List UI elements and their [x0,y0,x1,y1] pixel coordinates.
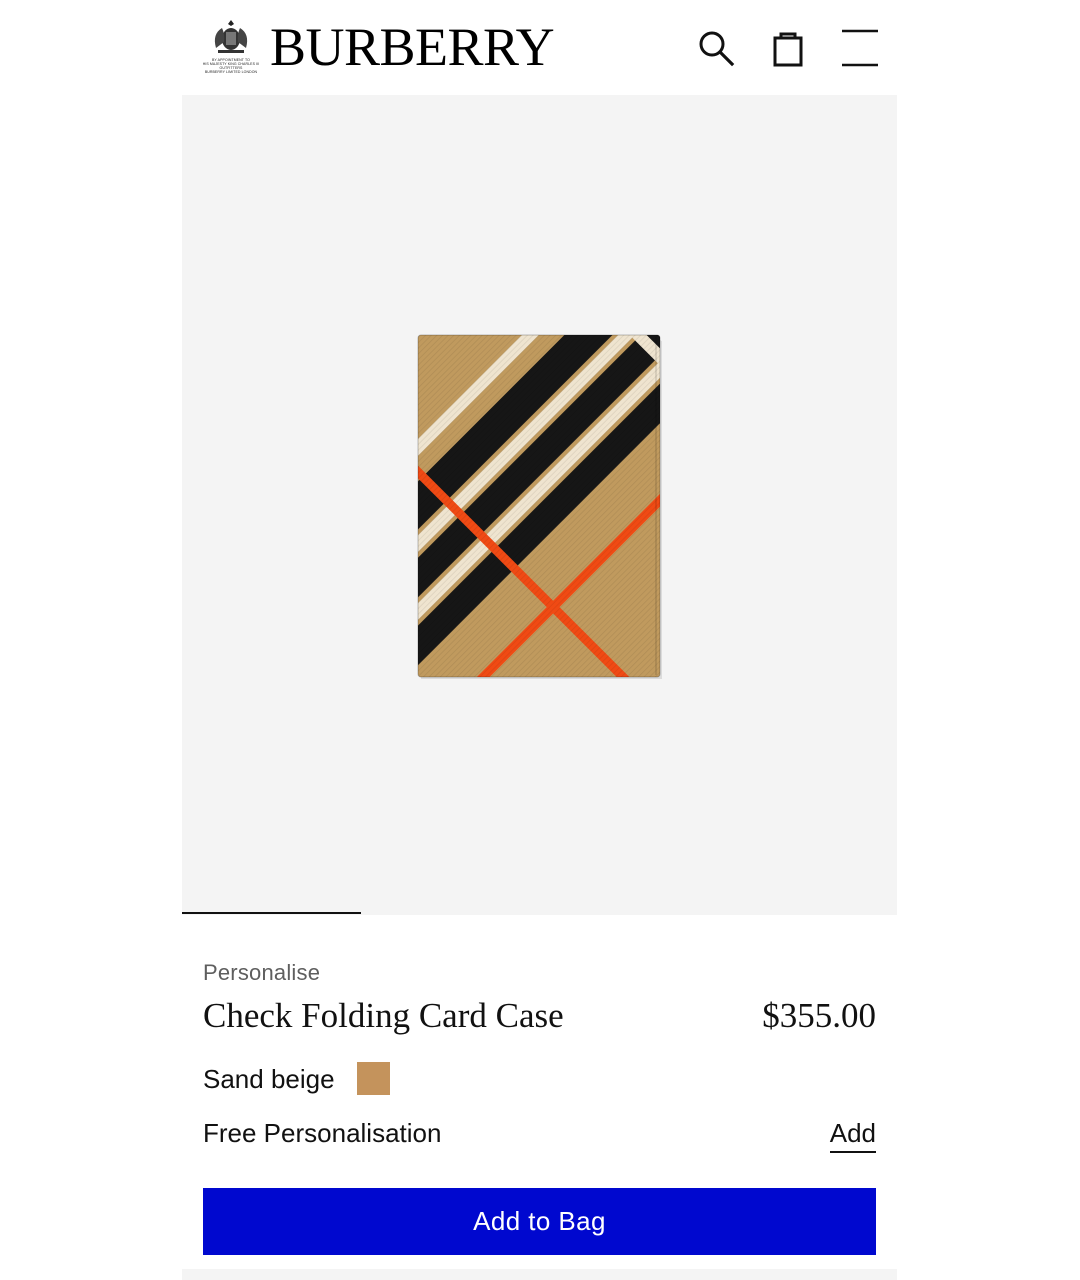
gallery-progress-bar [182,912,897,914]
crest-icon [214,20,248,53]
shopping-bag-icon [773,32,803,67]
product-image-gallery[interactable] [182,95,897,915]
add-personalisation-link[interactable]: Add [829,1116,876,1153]
brand-logo[interactable]: BURBERRY [270,18,555,76]
product-price: $355.00 [762,996,876,1035]
search-icon [699,31,735,67]
personalise-label: Personalise [203,960,321,985]
bag-button[interactable] [766,26,810,70]
search-button[interactable] [694,26,738,70]
product-title: Check Folding Card Case [203,996,564,1035]
color-name: Sand beige [203,1064,335,1094]
menu-icon [842,29,878,67]
royal-warrant-crest: BY APPOINTMENT TO HIS MAJESTY KING CHARL… [202,18,260,78]
crest-caption: BY APPOINTMENT TO HIS MAJESTY KING CHARL… [202,58,260,74]
menu-button[interactable] [838,26,882,70]
add-to-bag-button[interactable]: Add to Bag [203,1188,876,1255]
personalisation-text: Free Personalisation [203,1118,442,1148]
color-swatch[interactable] [357,1062,390,1095]
bottom-panel-edge [182,1269,897,1280]
product-page: BY APPOINTMENT TO HIS MAJESTY KING CHARL… [182,0,897,1280]
site-header: BY APPOINTMENT TO HIS MAJESTY KING CHARL… [182,0,897,95]
product-image [417,334,662,679]
gallery-progress-fill [182,912,361,914]
